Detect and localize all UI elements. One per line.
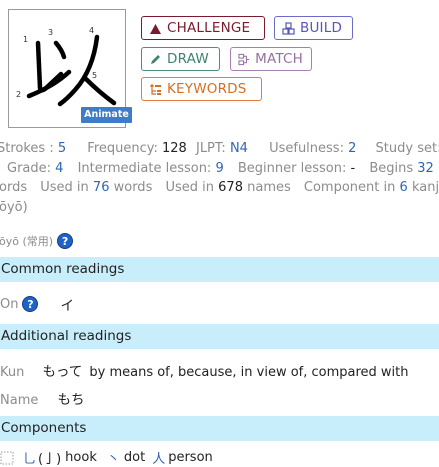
kun-meaning: by means of, because, in view of, compar… bbox=[89, 365, 409, 380]
grade-label: Grade: bbox=[7, 161, 52, 176]
help-icon[interactable]: ? bbox=[22, 296, 39, 312]
help-icon[interactable]: ? bbox=[57, 233, 74, 249]
used-in-names-suffix: names bbox=[247, 180, 291, 195]
beginner-label: Beginner lesson: bbox=[237, 161, 347, 176]
used-in-words-value[interactable]: 76 bbox=[93, 180, 110, 195]
used-in-names-value: 678 bbox=[218, 180, 243, 195]
studyset-label: Study set: bbox=[375, 141, 439, 156]
kun-reading-row: Kun もって by means of, because, in view of… bbox=[0, 360, 409, 380]
begins-label: Begins bbox=[369, 161, 414, 176]
intermediate-label: Intermediate lesson: bbox=[77, 161, 212, 176]
draw-button[interactable]: DRAW bbox=[141, 47, 220, 71]
stroke-number-5: 5 bbox=[92, 71, 97, 80]
grade-value[interactable]: 4 bbox=[55, 161, 63, 176]
strokes-label: Strokes : bbox=[0, 141, 54, 156]
section-additional-readings: Additional readings bbox=[0, 324, 439, 349]
component-value[interactable]: 6 bbox=[400, 180, 408, 195]
section-common-readings: Common readings bbox=[0, 257, 439, 282]
name-reading-value: もち bbox=[57, 392, 85, 408]
frequency-label: Frequency: bbox=[87, 141, 158, 156]
name-label: Name bbox=[0, 393, 39, 408]
challenge-button[interactable]: CHALLENGE bbox=[141, 16, 265, 40]
used-in-words-suffix: words bbox=[113, 180, 153, 195]
component-person[interactable]: 人 bbox=[152, 448, 165, 467]
kun-label: Kun bbox=[0, 365, 25, 380]
component-dot[interactable]: 丶 bbox=[107, 448, 120, 467]
joyo-tag-row: ōyō (常用) ? bbox=[0, 233, 74, 249]
build-label: BUILD bbox=[300, 20, 343, 36]
intermediate-value[interactable]: 9 bbox=[215, 161, 223, 176]
keywords-button[interactable]: KEYWORDS bbox=[141, 77, 262, 101]
kun-reading-value: もって bbox=[42, 364, 83, 380]
stroke-number-3: 3 bbox=[48, 28, 53, 37]
keywords-label: KEYWORDS bbox=[167, 81, 247, 97]
on-label: On bbox=[0, 296, 19, 312]
stroke-2 bbox=[26, 69, 72, 99]
build-button[interactable]: BUILD bbox=[274, 16, 353, 40]
pencil-icon bbox=[151, 54, 160, 64]
animate-button[interactable]: Animate bbox=[81, 107, 132, 123]
draw-label: DRAW bbox=[167, 51, 209, 67]
joyo-line: ōyō) bbox=[0, 200, 28, 215]
usefulness-label: Usefulness: bbox=[269, 141, 344, 156]
used-in-label-2: Used in bbox=[165, 180, 215, 195]
blocks-icon bbox=[282, 21, 295, 35]
component-suffix: kanji bbox=[411, 180, 439, 195]
stats-line-1: Strokes : 5 Frequency: 128 JLPT: N4 Usef… bbox=[0, 141, 439, 156]
jlpt-label: JLPT: bbox=[195, 141, 226, 156]
name-reading-row: Name もち bbox=[0, 388, 84, 408]
component-hook[interactable]: ⺃ bbox=[23, 448, 36, 467]
used-in-label-1: Used in bbox=[40, 180, 89, 195]
component-hook-variant: (亅) bbox=[38, 452, 62, 467]
section-components: Components bbox=[0, 416, 439, 441]
stats-line-3: ords Used in 76 words Used in 678 names … bbox=[0, 180, 439, 195]
beginner-value: - bbox=[350, 161, 356, 176]
stroke-3 bbox=[53, 40, 67, 60]
stroke-number-2: 2 bbox=[16, 90, 21, 99]
components-row: ⺃ (亅) hook 丶 dot 人 person bbox=[0, 448, 213, 467]
component-person-name: person bbox=[168, 450, 213, 465]
mountain-icon bbox=[150, 23, 161, 34]
match-icon bbox=[238, 53, 250, 65]
kanji-stroke-diagram: 1 2 3 4 5 Animate bbox=[8, 9, 132, 128]
keywords-icon bbox=[150, 83, 161, 95]
component-label: Component in bbox=[303, 180, 396, 195]
match-button[interactable]: MATCH bbox=[230, 47, 312, 71]
on-reading-row: On ? イ bbox=[0, 294, 74, 314]
usefulness-value[interactable]: 2 bbox=[348, 141, 356, 156]
on-reading-value: イ bbox=[60, 298, 74, 314]
component-hook-name: hook bbox=[65, 450, 97, 465]
stats-line-4: ōyō) bbox=[0, 200, 28, 215]
begins-value[interactable]: 32 bbox=[417, 161, 434, 176]
stats-line-2: Grade: 4 Intermediate lesson: 9 Beginner… bbox=[7, 161, 434, 176]
strokes-value[interactable]: 5 bbox=[58, 141, 66, 156]
stroke-number-1: 1 bbox=[23, 35, 28, 44]
component-dot-name: dot bbox=[123, 450, 146, 465]
joyo-tag: ōyō (常用) bbox=[0, 235, 54, 248]
jlpt-value[interactable]: N4 bbox=[230, 141, 248, 156]
grid-icon bbox=[0, 451, 14, 464]
challenge-label: CHALLENGE bbox=[167, 20, 251, 36]
match-label: MATCH bbox=[255, 51, 303, 67]
stroke-number-4: 4 bbox=[89, 26, 94, 35]
stroke-5 bbox=[83, 76, 117, 106]
words-label: ords bbox=[0, 180, 28, 195]
frequency-value: 128 bbox=[162, 141, 187, 156]
